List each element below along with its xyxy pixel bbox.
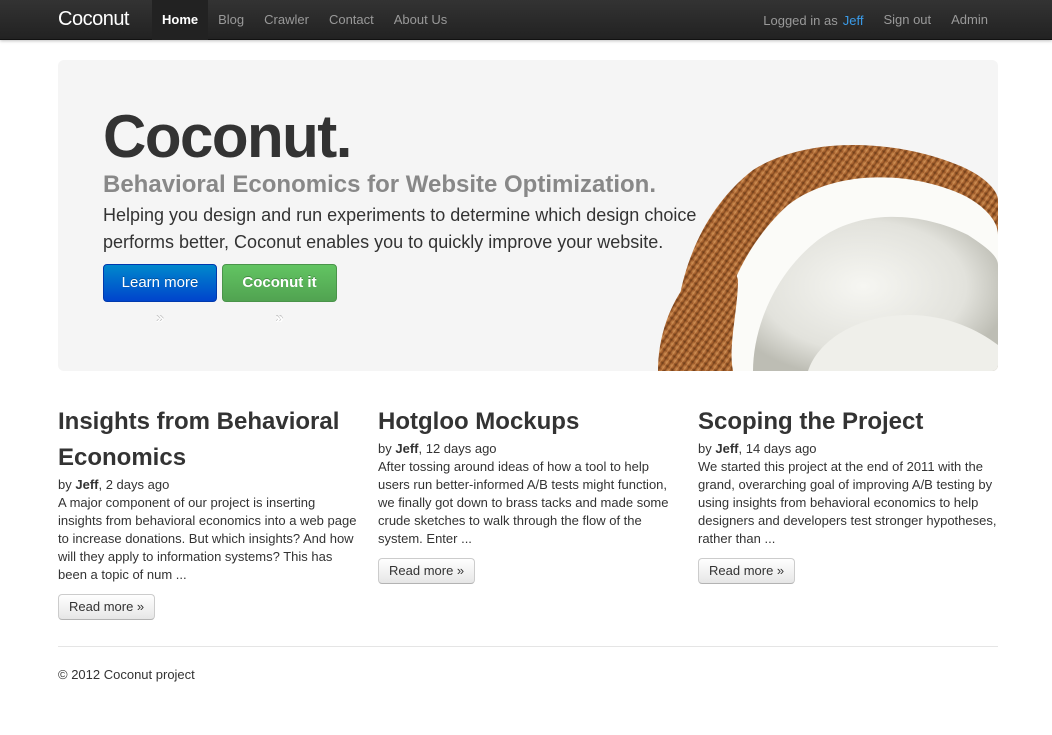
coconut-it-button[interactable]: Coconut it » bbox=[222, 264, 337, 327]
post-card: Scoping the Project by Jeff, 14 days ago… bbox=[698, 404, 998, 584]
post-meta: by Jeff, 12 days ago bbox=[378, 441, 497, 456]
logged-in-label: Logged in as bbox=[763, 12, 838, 28]
footer-divider bbox=[58, 646, 998, 647]
hero-unit: Coconut. Behavioral Economics for Websit… bbox=[58, 60, 998, 371]
post-author: Jeff bbox=[75, 477, 99, 492]
brand-logo[interactable]: Coconut bbox=[58, 0, 130, 40]
top-navbar: Coconut Home Blog Crawler Contact About … bbox=[0, 0, 1052, 40]
read-more-button[interactable]: Read more » bbox=[698, 558, 796, 584]
sign-out-link[interactable]: Sign out bbox=[873, 0, 941, 40]
post-excerpt: After tossing around ideas of how a tool… bbox=[378, 459, 669, 546]
post-card: Insights from Behavioral Economics by Je… bbox=[58, 404, 358, 620]
post-excerpt: We started this project at the end of 20… bbox=[698, 459, 997, 546]
current-user-link[interactable]: Jeff bbox=[843, 1, 864, 40]
post-title[interactable]: Insights from Behavioral Economics bbox=[58, 404, 358, 476]
read-more-button[interactable]: Read more » bbox=[58, 594, 156, 620]
coconut-image bbox=[658, 145, 998, 371]
nav-item-home[interactable]: Home bbox=[152, 0, 209, 40]
read-more-button[interactable]: Read more » bbox=[378, 558, 476, 584]
hero-subtitle: Behavioral Economics for Website Optimiz… bbox=[103, 171, 656, 198]
post-meta: by Jeff, 2 days ago bbox=[58, 477, 170, 492]
post-card: Hotgloo Mockups by Jeff, 12 days ago Aft… bbox=[378, 404, 678, 584]
post-title[interactable]: Hotgloo Mockups bbox=[378, 404, 678, 440]
nav-item-about-us[interactable]: About Us bbox=[384, 0, 457, 40]
user-nav: Logged in as Jeff Sign out Admin bbox=[763, 0, 998, 40]
nav-item-crawler[interactable]: Crawler bbox=[254, 0, 319, 40]
post-author: Jeff bbox=[395, 441, 419, 456]
nav-item-blog[interactable]: Blog bbox=[208, 0, 254, 40]
hero-title: Coconut. bbox=[103, 103, 352, 170]
post-author: Jeff bbox=[715, 441, 739, 456]
main-nav: Home Blog Crawler Contact About Us bbox=[152, 0, 457, 40]
learn-more-button[interactable]: Learn more » bbox=[103, 264, 217, 327]
admin-link[interactable]: Admin bbox=[941, 0, 998, 40]
nav-item-contact[interactable]: Contact bbox=[319, 0, 384, 40]
hero-description: Helping you design and run experiments t… bbox=[103, 205, 697, 252]
footer-copyright: © 2012 Coconut project bbox=[58, 667, 195, 682]
post-meta: by Jeff, 14 days ago bbox=[698, 441, 817, 456]
post-excerpt: A major component of our project is inse… bbox=[58, 495, 357, 582]
post-title[interactable]: Scoping the Project bbox=[698, 404, 998, 440]
